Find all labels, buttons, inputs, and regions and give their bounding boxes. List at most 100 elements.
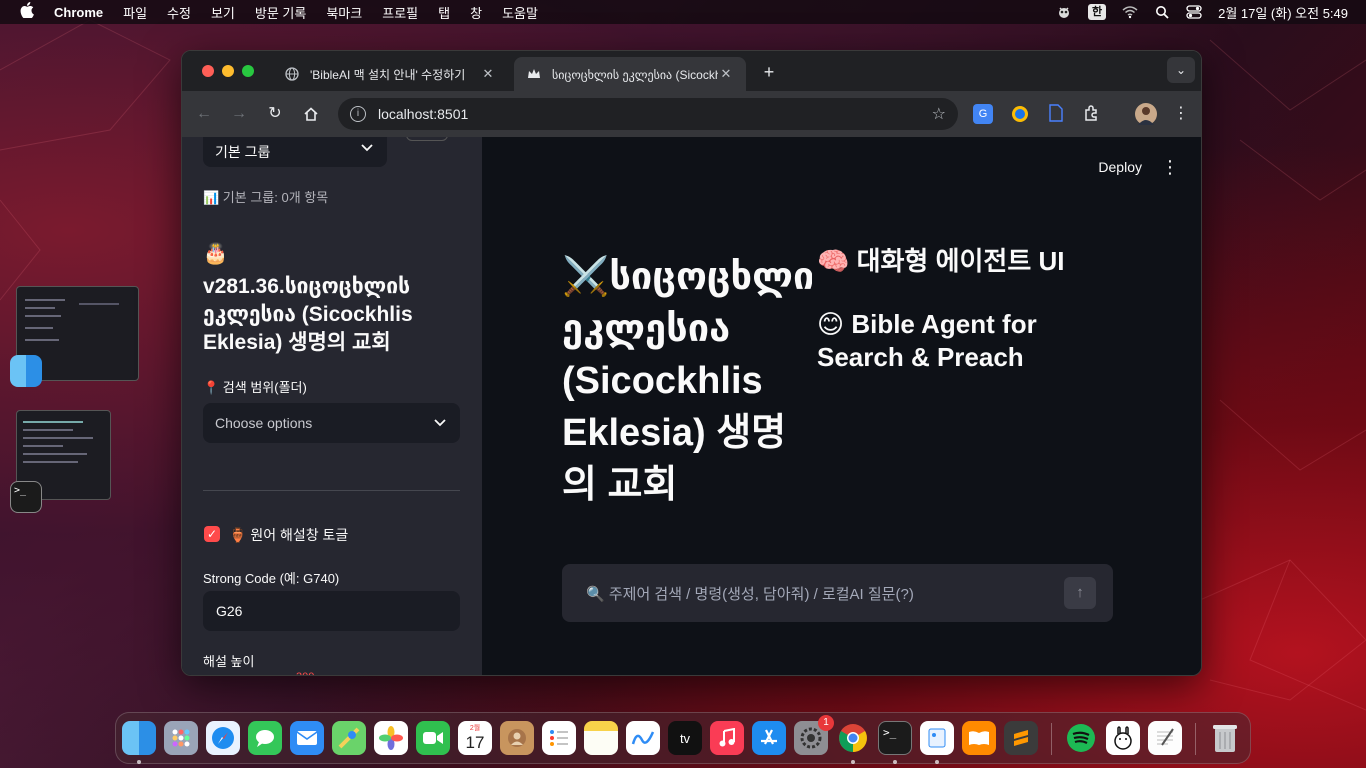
close-tab-icon[interactable]: ✕ (480, 66, 496, 82)
back-arrow-icon[interactable]: ← (193, 103, 215, 125)
dock-separator (1051, 723, 1052, 755)
page-title: ⚔️სიცოცხლის ეკლესია (Sicockhlis Eklesia)… (562, 256, 812, 506)
strong-code-input[interactable]: G26 (203, 591, 460, 631)
music-icon[interactable] (710, 721, 744, 755)
group-select[interactable]: 기본 그룹 (203, 137, 387, 167)
chat-input[interactable]: 🔍 주제어 검색 / 명령(생성, 담아줘) / 로컬AI 질문(?) ↑ (562, 564, 1113, 622)
freeform-icon[interactable] (626, 721, 660, 755)
menu-window[interactable]: 창 (470, 3, 482, 22)
toggle-checkbox[interactable]: ✓ (204, 526, 220, 542)
streamlit-main: Deploy ⋮ ⚔️სიცოცხლის ეკლესია (Sicockhlis… (482, 137, 1201, 675)
mail-icon[interactable] (290, 721, 324, 755)
toggle-label[interactable]: 🏺 원어 해설창 토글 (229, 525, 348, 545)
books-icon[interactable] (962, 721, 996, 755)
chevron-down-icon (361, 143, 373, 155)
calendar-icon[interactable]: 2월 17 (458, 721, 492, 755)
ollama-icon[interactable] (1106, 721, 1140, 755)
forward-arrow-icon[interactable]: → (228, 103, 250, 125)
profile-avatar[interactable] (1135, 103, 1157, 125)
menu-profiles[interactable]: 프로필 (382, 3, 418, 22)
minimize-window-button[interactable] (222, 65, 234, 77)
menu-edit[interactable]: 수정 (167, 3, 191, 22)
extensions-puzzle-icon[interactable] (1082, 104, 1102, 124)
main-menu-kebab-icon[interactable]: ⋮ (1161, 157, 1179, 178)
notes-icon[interactable] (584, 721, 618, 755)
finder-file-icon[interactable] (920, 721, 954, 755)
calendar-month: 2월 (469, 724, 481, 732)
trash-icon[interactable] (1208, 721, 1242, 755)
zoom-window-button[interactable] (242, 65, 254, 77)
finder-desktop-icon[interactable] (10, 355, 42, 387)
running-indicator (935, 760, 939, 764)
menu-view[interactable]: 보기 (211, 3, 235, 22)
textedit-icon[interactable] (1148, 721, 1182, 755)
chrome-extension-compass-icon[interactable] (1010, 104, 1030, 124)
bookmark-star-icon[interactable]: ☆ (932, 104, 946, 124)
tab-strip: 'BibleAI 맥 설치 안내' 수정하기 ✕ სიცოცხლის ეკლეს… (182, 51, 1201, 91)
control-center-icon[interactable] (1186, 5, 1202, 19)
sidebar-divider (203, 490, 460, 491)
menu-file[interactable]: 파일 (123, 3, 147, 22)
finder-icon[interactable] (122, 721, 156, 755)
menu-app-name[interactable]: Chrome (54, 5, 103, 20)
running-indicator (851, 760, 855, 764)
terminal-desktop-icon[interactable]: >_ (10, 481, 42, 513)
address-bar[interactable]: i localhost:8501 ☆ (338, 98, 958, 130)
clock-datetime[interactable]: 2월 17일 (화) 오전 5:49 (1218, 3, 1348, 22)
app-store-icon[interactable] (752, 721, 786, 755)
close-window-button[interactable] (202, 65, 214, 77)
deploy-button[interactable]: Deploy (1098, 159, 1142, 175)
chrome-menu-icon[interactable]: ⋮ (1170, 103, 1192, 125)
system-settings-icon[interactable]: 1 (794, 715, 834, 755)
tab-search-chevron-icon[interactable]: ⌄ (1167, 57, 1195, 83)
menu-tab[interactable]: 탭 (438, 3, 450, 22)
maps-icon[interactable] (332, 721, 366, 755)
launchpad-icon[interactable] (164, 721, 198, 755)
site-info-icon[interactable]: i (350, 106, 366, 122)
google-translate-icon[interactable]: G (973, 104, 993, 124)
sublime-text-icon[interactable] (1004, 721, 1038, 755)
agent-heading: 😊 Bible Agent for Search & Preach (817, 309, 1037, 372)
chrome-window: 'BibleAI 맥 설치 안내' 수정하기 ✕ სიცოცხლის ეკლეს… (181, 50, 1202, 676)
input-method-indicator[interactable]: 한 (1087, 4, 1107, 20)
tab-bibleai-edit[interactable]: 'BibleAI 맥 설치 안내' 수정하기 ✕ (272, 57, 508, 91)
document-extension-icon[interactable] (1046, 104, 1066, 124)
photos-icon[interactable] (374, 721, 408, 755)
menu-bar: Chrome 파일 수정 보기 방문 기록 북마크 프로필 탭 창 도움말 한 … (0, 0, 1366, 24)
owl-status-icon[interactable] (1056, 5, 1072, 19)
tab-streamlit-app[interactable]: სიცოცხლის ეკლესია (Sicockhlis Eklesia) 생… (514, 57, 746, 91)
home-icon[interactable] (300, 103, 322, 125)
spotify-icon[interactable] (1064, 721, 1098, 755)
chevron-down-icon (434, 418, 446, 430)
globe-icon (284, 66, 300, 82)
reminders-icon[interactable] (542, 721, 576, 755)
contacts-icon[interactable] (500, 721, 534, 755)
version-title: v281.36.სიცოცხლის ეკლესია (Sicockhlis Ek… (203, 275, 413, 354)
dock-separator (1195, 723, 1196, 755)
new-tab-button[interactable]: + (758, 61, 780, 83)
menu-history[interactable]: 방문 기록 (255, 3, 306, 22)
tab-title: 'BibleAI 맥 설치 안내' 수정하기 (310, 67, 466, 82)
safari-icon[interactable] (206, 721, 240, 755)
scope-label: 📍 검색 범위(폴더) (203, 380, 307, 395)
spotlight-search-icon[interactable] (1154, 5, 1170, 19)
group-stats: 📊 기본 그룹: 0개 항목 (203, 190, 329, 205)
menu-bookmarks[interactable]: 북마크 (326, 3, 362, 22)
chat-placeholder: 🔍 주제어 검색 / 명령(생성, 담아줘) / 로컬AI 질문(?) (586, 585, 914, 603)
chrome-icon[interactable] (836, 721, 870, 755)
url-text: localhost:8501 (378, 106, 469, 122)
wifi-off-icon[interactable] (1122, 5, 1138, 19)
facetime-icon[interactable] (416, 721, 450, 755)
strong-code-label: Strong Code (예: G740) (203, 571, 340, 586)
scope-multiselect[interactable]: Choose options (203, 403, 460, 443)
calendar-day: 17 (465, 732, 485, 752)
send-arrow-icon[interactable]: ↑ (1064, 577, 1096, 609)
menu-help[interactable]: 도움말 (502, 3, 538, 22)
terminal-icon[interactable]: >_ (878, 721, 912, 755)
apple-icon[interactable] (20, 2, 36, 22)
messages-icon[interactable] (248, 721, 282, 755)
apple-tv-icon[interactable]: tv (668, 721, 702, 755)
close-tab-icon[interactable]: ✕ (718, 66, 734, 82)
sidebar-collapse-button[interactable] (406, 137, 448, 141)
reload-icon[interactable]: ↻ (264, 103, 286, 125)
